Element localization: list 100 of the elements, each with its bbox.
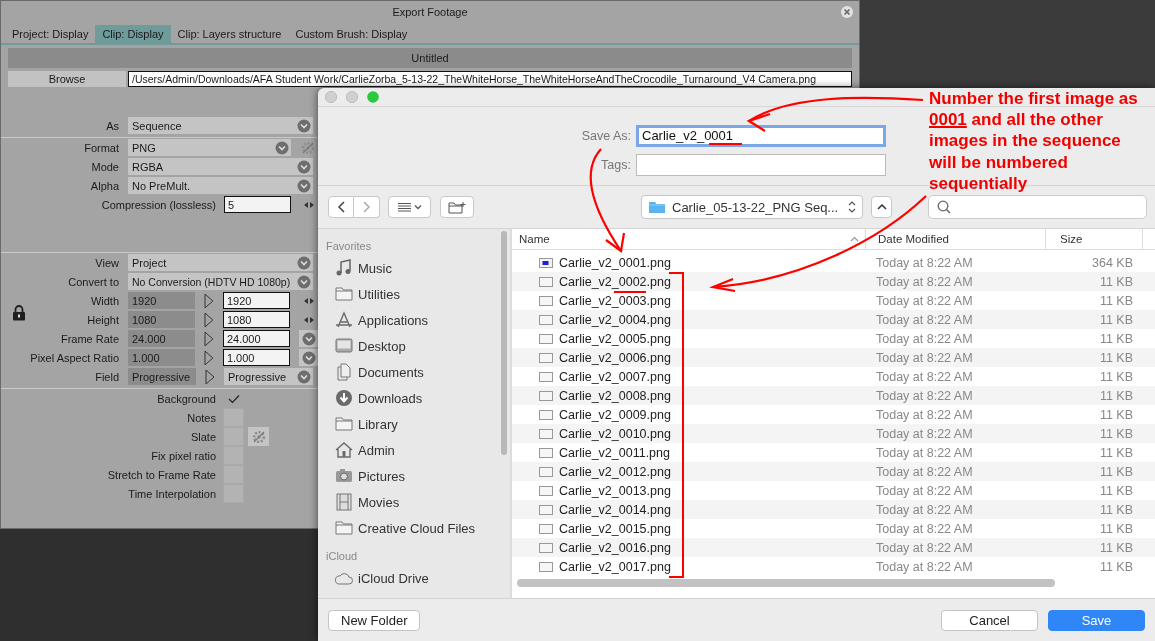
sidebar-heading: Favorites bbox=[326, 239, 373, 254]
number-field[interactable]: 5 bbox=[224, 196, 291, 213]
sidebar-item[interactable]: Applications bbox=[326, 307, 510, 333]
file-name[interactable]: Carlie_v2_0013.png bbox=[559, 483, 671, 498]
scrollbar-thumb[interactable] bbox=[517, 579, 1055, 587]
save-button[interactable]: Save bbox=[1048, 609, 1145, 631]
spin-arrows-icon[interactable] bbox=[304, 315, 314, 324]
view-menu-button[interactable] bbox=[388, 196, 431, 218]
file-size: 11 KB bbox=[1099, 350, 1133, 365]
value-field[interactable]: 1920 bbox=[222, 292, 290, 309]
dropdown[interactable]: Sequence bbox=[128, 117, 313, 134]
dropdown[interactable]: RGBA bbox=[128, 158, 313, 175]
file-name[interactable]: Carlie_v2_0004.png bbox=[559, 312, 671, 327]
file-name[interactable]: Carlie_v2_0005.png bbox=[559, 331, 671, 346]
spin-arrows-icon[interactable] bbox=[304, 200, 314, 209]
sort-icon[interactable] bbox=[850, 236, 859, 242]
file-icon bbox=[539, 447, 553, 458]
lock-icon[interactable] bbox=[12, 305, 26, 321]
file-size: 11 KB bbox=[1099, 502, 1133, 517]
dropdown[interactable]: PNG bbox=[128, 139, 291, 156]
path-field[interactable]: /Users/Admin/Downloads/AFA Student Work/CarlieZorba_5-13-22_TheWhiteHorse_TheWhiteHorseAndTheCrocodile_Turnaround_V4 Camera.png bbox=[128, 71, 852, 87]
tab[interactable]: Project: Display bbox=[5, 25, 96, 43]
file-name[interactable]: Carlie_v2_0009.png bbox=[559, 407, 671, 422]
setting-label: Mode bbox=[90, 160, 119, 173]
music-note-icon bbox=[335, 259, 353, 277]
triangle-icon[interactable] bbox=[205, 368, 215, 385]
tab[interactable]: Clip: Layers structure bbox=[170, 25, 289, 43]
file-size: 11 KB bbox=[1099, 369, 1133, 384]
gear-button[interactable] bbox=[248, 427, 269, 446]
zoom-button[interactable] bbox=[367, 91, 379, 103]
value-field[interactable]: 24.000 bbox=[222, 330, 290, 347]
sidebar-item[interactable]: Admin bbox=[326, 437, 510, 463]
dropdown[interactable]: No PreMult. bbox=[128, 177, 313, 194]
setting-label: Compression (lossless) bbox=[100, 198, 216, 211]
tab[interactable]: Clip: Display bbox=[95, 25, 171, 43]
column-header[interactable]: Date Modified bbox=[866, 229, 1046, 249]
file-size: 11 KB bbox=[1099, 559, 1133, 574]
dropdown[interactable]: Project bbox=[128, 254, 313, 271]
expand-button[interactable] bbox=[871, 196, 892, 218]
setting-label: View bbox=[94, 256, 119, 269]
location-popup[interactable]: Carlie_05-13-22_PNG Seq... bbox=[641, 195, 863, 219]
dropdown-icon[interactable] bbox=[302, 331, 316, 346]
sidebar-item[interactable]: Movies bbox=[326, 489, 510, 515]
close-icon[interactable] bbox=[841, 6, 853, 18]
scrollbar-thumb[interactable] bbox=[501, 231, 507, 455]
file-name[interactable]: Carlie_v2_0008.png bbox=[559, 388, 671, 403]
sidebar-item[interactable]: Music bbox=[326, 255, 510, 281]
sidebar-item[interactable]: Pictures bbox=[326, 463, 510, 489]
column-header[interactable]: Name bbox=[512, 229, 866, 249]
dropdown[interactable]: Progressive bbox=[224, 368, 313, 385]
value-field[interactable]: 1.000 bbox=[222, 349, 290, 366]
triangle-icon[interactable] bbox=[204, 292, 214, 309]
sidebar-item[interactable]: Downloads bbox=[326, 385, 510, 411]
gear-icon[interactable] bbox=[300, 139, 316, 156]
file-size: 11 KB bbox=[1099, 407, 1133, 422]
triangle-icon[interactable] bbox=[204, 311, 214, 328]
browse-button[interactable]: Browse bbox=[8, 71, 126, 87]
file-name[interactable]: Carlie_v2_0016.png bbox=[559, 540, 671, 555]
new-folder-button[interactable] bbox=[440, 196, 474, 218]
sidebar-item[interactable]: Creative Cloud Files bbox=[326, 515, 510, 541]
file-name[interactable]: Carlie_v2_0002.png bbox=[559, 274, 671, 289]
triangle-icon[interactable] bbox=[204, 349, 214, 366]
dropdown-icon[interactable] bbox=[302, 350, 316, 365]
file-name[interactable]: Carlie_v2_0007.png bbox=[559, 369, 671, 384]
spin-arrows-icon[interactable] bbox=[304, 296, 314, 305]
file-name[interactable]: Carlie_v2_0003.png bbox=[559, 293, 671, 308]
dropdown[interactable]: No Conversion (HDTV HD 1080p) bbox=[128, 273, 313, 290]
tab[interactable]: Custom Brush: Display bbox=[288, 25, 415, 43]
file-name[interactable]: Carlie_v2_0011.png bbox=[559, 445, 670, 460]
file-name[interactable]: Carlie_v2_0012.png bbox=[559, 464, 671, 479]
forward-button[interactable] bbox=[354, 196, 380, 218]
column-header[interactable]: Size bbox=[1046, 229, 1143, 249]
value-field[interactable]: 1080 bbox=[222, 311, 290, 328]
sidebar-item[interactable]: Documents bbox=[326, 359, 510, 385]
minimize-button[interactable] bbox=[346, 91, 358, 103]
file-name[interactable]: Carlie_v2_0010.png bbox=[559, 426, 671, 441]
file-size: 11 KB bbox=[1099, 331, 1133, 346]
date-modified: Today at 8:22 AM bbox=[876, 388, 973, 403]
file-name[interactable]: Carlie_v2_0015.png bbox=[559, 521, 671, 536]
dropdown-value: Project bbox=[132, 256, 167, 269]
tags-field[interactable] bbox=[636, 153, 886, 176]
file-name[interactable]: Carlie_v2_0006.png bbox=[559, 350, 671, 365]
button[interactable]: New Folder bbox=[328, 609, 421, 631]
search-field[interactable] bbox=[928, 195, 1147, 219]
setting-label: Alpha bbox=[89, 179, 119, 192]
file-name[interactable]: Carlie_v2_0014.png bbox=[559, 502, 671, 517]
file-name[interactable]: Carlie_v2_0001.png bbox=[559, 255, 671, 270]
cancel-button[interactable]: Cancel bbox=[941, 609, 1038, 631]
field-label: Save As: bbox=[580, 128, 632, 143]
back-button[interactable] bbox=[328, 196, 354, 218]
file-name-field[interactable]: Carlie_v2_0001 bbox=[636, 124, 886, 147]
dropdown-value: Progressive bbox=[228, 370, 287, 383]
triangle-icon[interactable] bbox=[204, 330, 214, 347]
close-button[interactable] bbox=[325, 91, 337, 103]
file-name[interactable]: Carlie_v2_0017.png bbox=[559, 559, 671, 574]
sidebar-item[interactable]: Desktop bbox=[326, 333, 510, 359]
sidebar-item[interactable]: iCloud Drive bbox=[326, 565, 510, 591]
file-icon bbox=[539, 390, 553, 401]
sidebar-item[interactable]: Library bbox=[326, 411, 510, 437]
sidebar-item[interactable]: Utilities bbox=[326, 281, 510, 307]
